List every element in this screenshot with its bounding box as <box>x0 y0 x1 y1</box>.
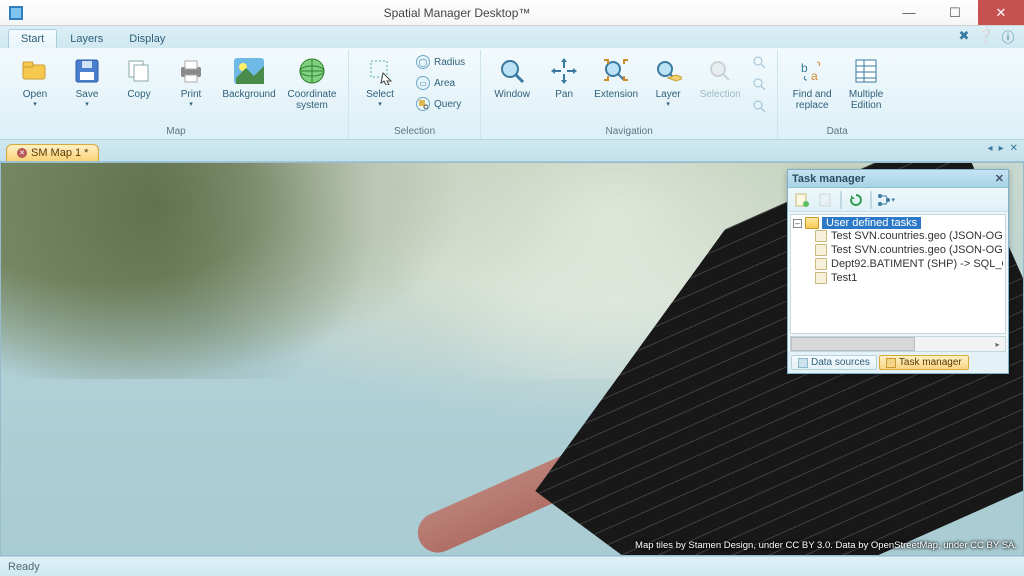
ribbon-group-map: Open▾ Save▾ Copy Print▾ Background Coord… <box>4 50 349 139</box>
group-label-selection: Selection <box>355 125 474 139</box>
background-button[interactable]: Background <box>218 50 280 118</box>
minimize-button[interactable]: — <box>886 0 932 25</box>
zoom-prev-mini[interactable] <box>749 96 769 116</box>
options-icon[interactable]: ✖ <box>956 28 972 44</box>
extension-button[interactable]: Extension <box>591 50 641 118</box>
panel-close-icon[interactable]: ✕ <box>995 172 1004 185</box>
document-tab-label: SM Map 1 * <box>31 147 88 159</box>
radius-button[interactable]: ◯Radius <box>411 52 470 72</box>
data-sources-icon <box>798 358 808 368</box>
scroll-right-icon[interactable]: ▸ <box>990 337 1005 351</box>
ribbon-group-selection: Select▾ ◯Radius ▭Area Query Selection <box>349 50 481 139</box>
tab-nav-right[interactable]: ▸ <box>999 143 1004 154</box>
save-button[interactable]: Save▾ <box>62 50 112 118</box>
multiple-edition-button[interactable]: Multiple Edition <box>842 50 890 118</box>
zoom-in-mini[interactable] <box>749 52 769 72</box>
svg-text:b: b <box>801 61 808 75</box>
group-label-data: Data <box>784 125 890 139</box>
window-button[interactable]: Window <box>487 50 537 118</box>
ribbon-tab-strip: Start Layers Display ✖ ❔ ⓘ <box>0 26 1024 48</box>
document-tab-strip: ✕ SM Map 1 * ◂ ▸ ✕ <box>0 140 1024 162</box>
panel-title-text: Task manager <box>792 173 865 185</box>
pan-button[interactable]: Pan <box>539 50 589 118</box>
folder-icon <box>805 217 819 229</box>
task-icon <box>815 230 827 242</box>
app-icon <box>4 3 28 23</box>
refresh-icon[interactable] <box>846 190 866 210</box>
tree-root-label: User defined tasks <box>822 217 921 229</box>
info-icon[interactable]: ⓘ <box>1000 28 1016 44</box>
coordinate-system-button[interactable]: Coordinate system <box>282 50 342 118</box>
toolbar-separator <box>840 191 842 209</box>
close-button[interactable]: ✕ <box>978 0 1024 25</box>
app-title: Spatial Manager Desktop™ <box>28 6 886 20</box>
select-button[interactable]: Select▾ <box>355 50 405 118</box>
open-button[interactable]: Open▾ <box>10 50 60 118</box>
task-icon <box>815 272 827 284</box>
find-replace-button[interactable]: ba Find and replace <box>784 50 840 118</box>
svg-text:a: a <box>811 69 818 83</box>
task-item[interactable]: Test1 <box>815 271 1003 285</box>
map-viewport[interactable]: Map tiles by Stamen Design, under CC BY … <box>0 162 1024 556</box>
ribbon-tab-display[interactable]: Display <box>116 29 178 48</box>
group-label-map: Map <box>10 125 342 139</box>
tab-nav-left[interactable]: ◂ <box>988 143 993 154</box>
selection-nav-button: Selection <box>695 50 745 118</box>
close-tab-icon[interactable]: ✕ <box>17 148 27 158</box>
tree-hscrollbar[interactable]: ◂ ▸ <box>790 336 1006 352</box>
ribbon: Open▾ Save▾ Copy Print▾ Background Coord… <box>0 48 1024 140</box>
ribbon-tab-start[interactable]: Start <box>8 29 57 48</box>
document-tab[interactable]: ✕ SM Map 1 * <box>6 144 99 161</box>
task-item[interactable]: Test SVN.countries.geo (JSON-OGR) -> Tem… <box>815 243 1003 257</box>
task-item[interactable]: Dept92.BATIMENT (SHP) -> SQL_OC_User ron <box>815 257 1003 271</box>
map-attribution: Map tiles by Stamen Design, under CC BY … <box>635 540 1017 551</box>
task-manager-icon <box>886 358 896 368</box>
panel-toolbar: ▾ <box>788 188 1008 212</box>
copy-button[interactable]: Copy <box>114 50 164 118</box>
ribbon-group-navigation: Window Pan Extension Layer▾ Selection <box>481 50 778 139</box>
title-bar: Spatial Manager Desktop™ — ☐ ✕ <box>0 0 1024 26</box>
help-icon[interactable]: ❔ <box>978 28 994 44</box>
delete-task-icon[interactable] <box>816 190 836 210</box>
area-button[interactable]: ▭Area <box>411 73 470 93</box>
maximize-button[interactable]: ☐ <box>932 0 978 25</box>
layer-button[interactable]: Layer▾ <box>643 50 693 118</box>
tab-close-all[interactable]: ✕ <box>1010 143 1018 154</box>
panel-tab-task-manager[interactable]: Task manager <box>879 355 969 370</box>
group-label-navigation: Navigation <box>487 125 771 139</box>
collapse-icon[interactable]: – <box>793 219 802 228</box>
new-task-icon[interactable] <box>792 190 812 210</box>
panel-title-bar[interactable]: Task manager ✕ <box>788 170 1008 188</box>
window-controls: — ☐ ✕ <box>886 0 1024 25</box>
status-text: Ready <box>8 561 40 573</box>
ribbon-group-data: ba Find and replace Multiple Edition Dat… <box>778 50 896 139</box>
task-item[interactable]: Test SVN.countries.geo (JSON-OGR) -> Tem… <box>815 229 1003 243</box>
query-button[interactable]: Query <box>411 94 470 114</box>
tree-options-icon[interactable]: ▾ <box>876 190 896 210</box>
ribbon-tab-layers[interactable]: Layers <box>57 29 116 48</box>
task-tree[interactable]: – User defined tasks Test SVN.countries.… <box>790 214 1006 334</box>
task-icon <box>815 258 827 270</box>
toolbar-separator <box>870 191 872 209</box>
panel-tab-data-sources[interactable]: Data sources <box>791 355 877 370</box>
zoom-out-mini[interactable] <box>749 74 769 94</box>
task-icon <box>815 244 827 256</box>
print-button[interactable]: Print▾ <box>166 50 216 118</box>
panel-tab-strip: Data sources Task manager <box>788 352 1008 373</box>
task-manager-panel: Task manager ✕ ▾ – User defined tasks Te… <box>787 169 1009 374</box>
tree-root-node[interactable]: – User defined tasks <box>793 217 1003 229</box>
scroll-thumb[interactable] <box>791 337 915 351</box>
status-bar: Ready <box>0 556 1024 576</box>
